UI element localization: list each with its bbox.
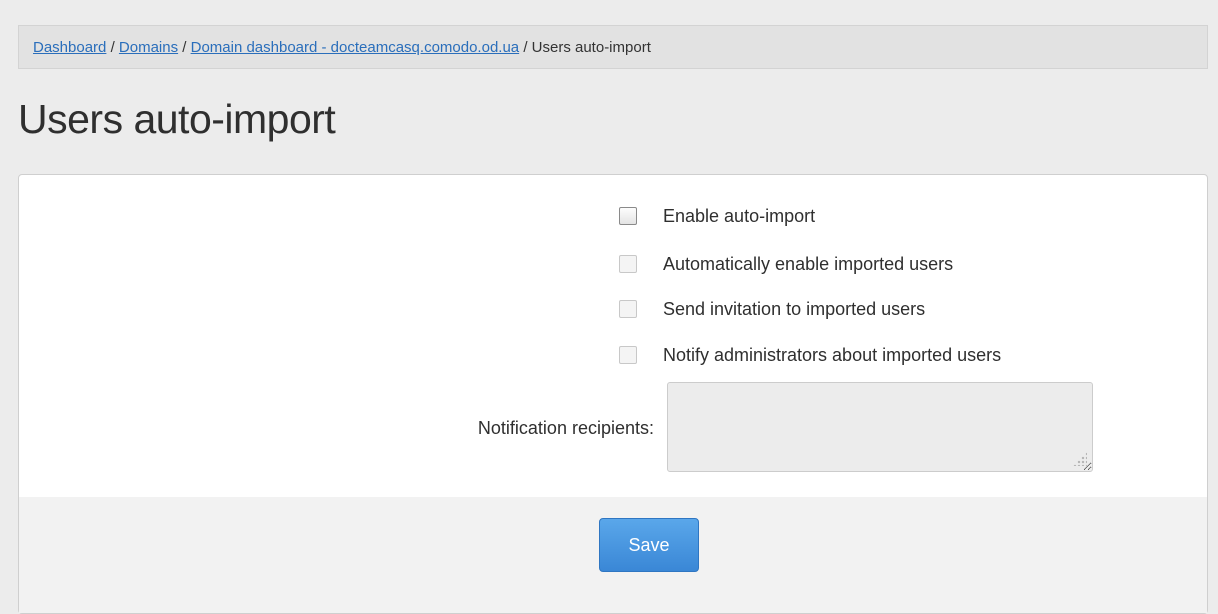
settings-panel: Enable auto-import Automatically enable …: [18, 174, 1208, 614]
notification-recipients-label: Notification recipients:: [477, 418, 654, 438]
notification-recipients-field[interactable]: [667, 382, 1093, 472]
option-notify-admins: Notify administrators about imported use…: [619, 343, 1001, 367]
breadcrumb-link-domains[interactable]: Domains: [119, 39, 178, 56]
option-auto-enable-users: Automatically enable imported users: [619, 252, 953, 276]
auto-enable-users-checkbox: [619, 255, 637, 273]
option-send-invitation: Send invitation to imported users: [619, 297, 925, 321]
enable-auto-import-label: Enable auto-import: [663, 205, 816, 226]
notify-admins-label: Notify administrators about imported use…: [663, 344, 1002, 365]
page-title: Users auto-import: [18, 96, 336, 142]
send-invitation-label: Send invitation to imported users: [663, 298, 926, 319]
send-invitation-checkbox: [619, 300, 637, 318]
breadcrumb-link-domain-dashboard[interactable]: Domain dashboard - docteamcasq.comodo.od…: [191, 39, 520, 56]
breadcrumb-separator: /: [523, 39, 528, 56]
option-enable-auto-import[interactable]: Enable auto-import: [619, 204, 815, 228]
enable-auto-import-checkbox[interactable]: [619, 207, 637, 225]
auto-enable-users-label: Automatically enable imported users: [663, 253, 954, 274]
breadcrumb-link-dashboard[interactable]: Dashboard: [33, 39, 106, 56]
notify-admins-checkbox: [619, 346, 637, 364]
breadcrumb: Dashboard / Domains / Domain dashboard -…: [18, 25, 1208, 69]
breadcrumb-current: Users auto-import: [531, 39, 651, 56]
breadcrumb-separator: /: [110, 39, 115, 56]
save-button[interactable]: Save: [599, 518, 699, 572]
breadcrumb-separator: /: [182, 39, 187, 56]
